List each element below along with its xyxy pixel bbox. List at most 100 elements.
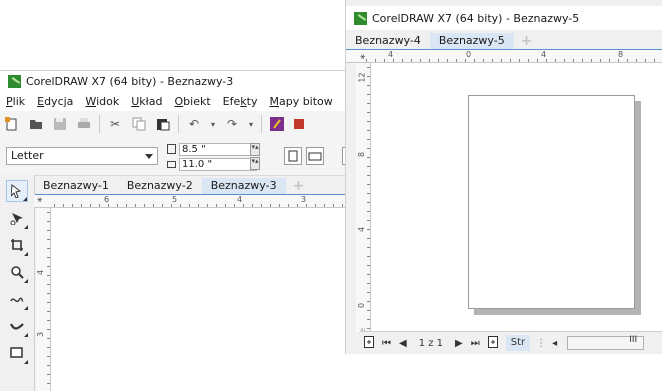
export-icon[interactable] <box>293 116 309 132</box>
paper-size-dropdown[interactable]: Letter <box>6 147 158 165</box>
ruler-origin-icon[interactable]: ⚹ <box>37 195 42 205</box>
document-page[interactable] <box>468 95 635 309</box>
page-width-input[interactable]: 8.5 " <box>179 142 257 156</box>
menu-label-part: dycja <box>44 95 74 108</box>
cut-icon[interactable]: ✂ <box>107 116 123 132</box>
pick-tool-icon[interactable] <box>6 180 28 202</box>
coreldraw-logo-icon <box>8 75 21 88</box>
tab-divider-grip-icon[interactable]: ⋮ <box>536 338 546 349</box>
menu-label-part: Efe <box>222 95 241 108</box>
menu-label-part: idok <box>96 95 120 108</box>
ruler-label: 3 <box>36 331 46 338</box>
standard-toolbar: ✂ ↶ ▾ ↷ ▾ <box>0 111 345 138</box>
undo-dropdown-icon[interactable]: ▾ <box>210 116 216 132</box>
menu-label-part: apy bitow <box>278 95 333 108</box>
document-tabs: Beznazwy-4 Beznazwy-5 + <box>346 32 662 50</box>
window-title: CorelDRAW X7 (64 bity) - Beznazwy-3 <box>26 75 234 88</box>
toolbar-separator <box>99 115 100 133</box>
toolbar-separator <box>261 115 262 133</box>
rectangle-tool-icon[interactable] <box>6 342 28 364</box>
ruler-label: 4 <box>388 50 394 59</box>
menu-accelerator-key: O <box>174 95 184 108</box>
toolbar-separator <box>178 115 179 133</box>
page-height-input[interactable]: 11.0 " <box>179 157 257 171</box>
add-tab-icon[interactable]: + <box>514 33 540 49</box>
page-width-icon <box>167 144 176 154</box>
ruler-origin-icon[interactable]: ⚹ <box>360 52 365 62</box>
window-beznazwy-5: CorelDRAW X7 (64 bity) - Beznazwy-5 Bezn… <box>345 0 662 354</box>
coreldraw-logo-icon <box>354 11 367 25</box>
menu-bar: Plik Edycja Widok Układ Obiekt Efekty Mapy bit… <box>0 92 345 111</box>
last-page-icon[interactable]: ⏭ <box>471 338 480 349</box>
ruler-label: 8 <box>618 50 624 59</box>
shape-tool-icon[interactable] <box>6 207 28 229</box>
copy-icon[interactable] <box>131 116 147 132</box>
page-tab[interactable]: Str <box>505 335 531 351</box>
document-tab[interactable]: Beznazwy-4 <box>346 33 430 49</box>
menu-item[interactable]: Układ <box>131 95 162 108</box>
zoom-tool-icon[interactable] <box>6 261 28 283</box>
landscape-button[interactable] <box>306 147 324 165</box>
document-tab[interactable]: Beznazwy-2 <box>118 178 202 194</box>
redo-dropdown-icon[interactable]: ▾ <box>248 116 254 132</box>
vertical-ruler[interactable]: 4 3 <box>36 208 51 391</box>
document-tab[interactable]: Beznazwy-3 <box>201 178 286 194</box>
scroll-grip: III <box>629 335 638 345</box>
crop-tool-icon[interactable] <box>6 234 28 256</box>
paste-icon[interactable] <box>155 116 171 132</box>
ruler-label: 4 <box>237 195 243 204</box>
title-bar: CorelDRAW X7 (64 bity) - Beznazwy-3 <box>0 71 345 92</box>
ruler-label: 4 <box>541 50 547 59</box>
artistic-media-tool-icon[interactable] <box>6 315 28 337</box>
ruler-label: 5 <box>172 195 178 204</box>
save-icon[interactable] <box>52 116 68 132</box>
new-document-icon[interactable] <box>4 116 20 132</box>
import-icon[interactable] <box>269 116 285 132</box>
print-icon[interactable] <box>76 116 92 132</box>
page-width-stepper[interactable]: ▾▴ <box>250 143 260 156</box>
menu-item[interactable]: Efekty <box>223 95 258 108</box>
open-folder-icon[interactable] <box>28 116 44 132</box>
portrait-button[interactable] <box>284 147 302 165</box>
scroll-left-icon[interactable]: ◂ <box>552 338 557 349</box>
vertical-ruler[interactable]: 12 8 4 0 cale <box>356 63 371 342</box>
title-bar: CorelDRAW X7 (64 bity) - Beznazwy-5 <box>346 6 662 30</box>
horizontal-ruler[interactable]: ⚹ 6 5 4 3 <box>34 195 345 208</box>
freehand-tool-icon[interactable] <box>6 288 28 310</box>
menu-item[interactable]: Mapy bitow <box>269 95 332 108</box>
menu-label-part: kład <box>139 95 163 108</box>
horizontal-ruler[interactable]: ⚹ 4 0 4 8 <box>346 50 662 63</box>
add-page-before-icon[interactable] <box>364 335 374 351</box>
ruler-label: 8 <box>357 151 367 158</box>
first-page-icon[interactable]: ⏮ <box>382 338 391 349</box>
horizontal-scrollbar[interactable]: III <box>567 335 645 350</box>
property-bar: Letter 8.5 " ▾▴ 11.0 " ▾▴ <box>0 137 345 176</box>
add-page-after-icon[interactable] <box>487 335 498 351</box>
ruler-label: 4 <box>357 226 367 233</box>
menu-item[interactable]: Edycja <box>37 95 73 108</box>
page-height-field[interactable]: 11.0 " <box>167 156 257 172</box>
previous-page-icon[interactable]: ◀ <box>399 338 407 349</box>
menu-item[interactable]: Plik <box>6 95 25 108</box>
menu-label-part: biekt <box>183 95 211 108</box>
drawing-canvas[interactable] <box>371 63 662 332</box>
ruler-label: 4 <box>36 269 46 276</box>
next-page-icon[interactable]: ▶ <box>455 338 463 349</box>
document-tab[interactable]: Beznazwy-5 <box>429 33 514 49</box>
page-height-stepper[interactable]: ▾▴ <box>250 157 260 170</box>
document-tab[interactable]: Beznazwy-1 <box>34 178 118 194</box>
menu-item[interactable]: Widok <box>85 95 119 108</box>
redo-icon[interactable]: ↷ <box>224 116 240 132</box>
menu-item[interactable]: Obiekt <box>175 95 211 108</box>
drawing-canvas[interactable] <box>51 208 345 391</box>
menu-accelerator-key: k <box>240 95 247 108</box>
chevron-down-icon <box>145 154 153 159</box>
document-tabs: Beznazwy-1 Beznazwy-2 Beznazwy-3 + <box>34 177 345 195</box>
toolbox <box>0 175 35 391</box>
add-tab-icon[interactable]: + <box>286 178 312 194</box>
menu-label-part: ty <box>246 95 258 108</box>
paper-size-value: Letter <box>11 149 44 162</box>
page-width-field[interactable]: 8.5 " <box>167 141 257 157</box>
page-indicator: 1 z 1 <box>418 337 444 349</box>
undo-icon[interactable]: ↶ <box>186 116 202 132</box>
